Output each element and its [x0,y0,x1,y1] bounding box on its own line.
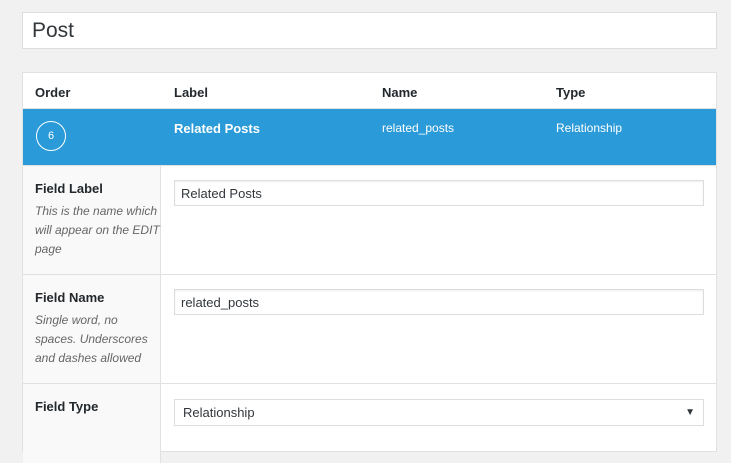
field-row-type: Relationship [556,121,623,135]
setting-field-type-caption: Field Type [23,384,161,463]
setting-field-type: Field Type Relationship ▼ [23,383,716,463]
field-label-input[interactable] [174,180,704,206]
fields-table-header: Order Label Name Type [23,73,716,109]
field-order-badge[interactable]: 6 [36,121,66,151]
post-title-input[interactable]: Post [22,12,717,49]
field-name-description: Single word, no spaces. Underscores and … [35,313,148,365]
field-type-select[interactable]: Relationship ▼ [174,399,704,426]
field-label-title: Field Label [35,181,103,196]
field-row-name: related_posts [382,121,455,135]
field-type-selected: Relationship [183,405,255,420]
header-name: Name [382,85,418,100]
field-label-description: This is the name which will appear on th… [35,204,160,256]
fields-panel: Order Label Name Type 6 Related Posts re… [22,72,717,463]
setting-field-label-caption: Field Label This is the name which will … [23,166,161,274]
field-type-title: Field Type [35,399,99,414]
setting-field-label: Field Label This is the name which will … [23,165,716,274]
field-row-related-posts[interactable]: 6 Related Posts related_posts Relationsh… [23,109,716,165]
field-row-label[interactable]: Related Posts [174,121,260,136]
setting-field-name: Field Name Single word, no spaces. Under… [23,274,716,383]
field-name-input[interactable] [174,289,704,315]
field-name-title: Field Name [35,290,105,305]
chevron-down-icon: ▼ [685,407,695,418]
header-label: Label [174,85,208,100]
setting-field-name-caption: Field Name Single word, no spaces. Under… [23,275,161,383]
header-order: Order [35,85,71,100]
header-type: Type [556,85,586,100]
